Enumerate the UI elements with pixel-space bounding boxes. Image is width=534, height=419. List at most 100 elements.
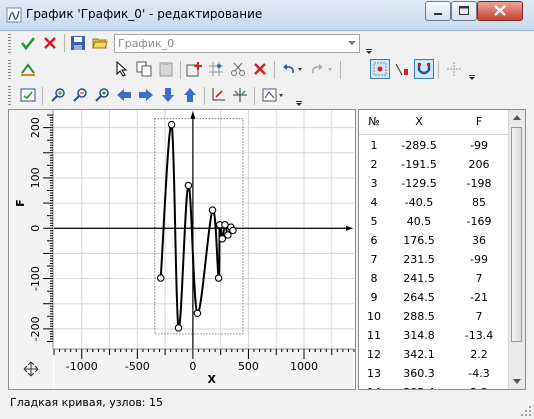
table-cell-f[interactable]: -13.4 — [451, 329, 507, 342]
copy-button[interactable] — [134, 59, 154, 79]
table-cell-index[interactable]: 3 — [361, 177, 387, 190]
zoom-reset-button[interactable] — [92, 85, 112, 105]
column-header-x[interactable]: X — [389, 115, 449, 128]
table-row[interactable]: 10 288.5 7 — [359, 307, 509, 326]
close-button[interactable] — [477, 1, 523, 21]
table-cell-index[interactable]: 8 — [361, 272, 387, 285]
table-row[interactable]: 5 40.5 -169 — [359, 212, 509, 231]
table-row[interactable]: 3 -129.5 -198 — [359, 174, 509, 193]
table-cell-index[interactable]: 2 — [361, 158, 387, 171]
table-cell-index[interactable]: 11 — [361, 329, 387, 342]
table-cell-index[interactable]: 5 — [361, 215, 387, 228]
curve-node[interactable] — [229, 226, 237, 235]
align-button[interactable] — [444, 59, 464, 79]
table-cell-x[interactable]: 40.5 — [389, 215, 449, 228]
table-cell-x[interactable]: -191.5 — [389, 158, 449, 171]
table-row[interactable]: 4 -40.5 85 — [359, 193, 509, 212]
save-button[interactable] — [68, 33, 88, 53]
table-cell-index[interactable]: 9 — [361, 291, 387, 304]
table-cell-x[interactable]: -289.5 — [389, 139, 449, 152]
table-cell-f[interactable]: 7 — [451, 310, 507, 323]
table-scrollbar[interactable] — [508, 110, 525, 389]
table-row[interactable]: 8 241.5 7 — [359, 269, 509, 288]
table-cell-index[interactable]: 1 — [361, 139, 387, 152]
curve-node[interactable] — [193, 309, 202, 318]
pan-right-button[interactable] — [136, 85, 156, 105]
table-row[interactable]: 12 342.1 2.2 — [359, 345, 509, 364]
curve-node[interactable] — [167, 120, 176, 129]
table-row[interactable]: 2 -191.5 206 — [359, 155, 509, 174]
curve-node[interactable] — [208, 206, 217, 214]
table-row[interactable]: 6 176.5 36 — [359, 231, 509, 250]
chart-canvas[interactable]: 2001000-100-200F-1000 -500 0 500 1000X — [9, 110, 355, 389]
cancel-button[interactable] — [40, 33, 60, 53]
maximize-button[interactable] — [451, 1, 477, 21]
table-cell-f[interactable]: -21 — [451, 291, 507, 304]
table-cell-index[interactable]: 4 — [361, 196, 387, 209]
table-cell-index[interactable]: 7 — [361, 253, 387, 266]
undo-button[interactable] — [278, 59, 306, 79]
table-cell-x[interactable]: -129.5 — [389, 177, 449, 190]
paste-button[interactable] — [156, 59, 176, 79]
select-button[interactable] — [112, 59, 132, 79]
minimize-button[interactable] — [425, 1, 451, 21]
curve-node[interactable] — [214, 274, 223, 282]
curve-node[interactable] — [156, 274, 165, 282]
table-cell-f[interactable]: 2.2 — [451, 348, 507, 361]
table-cell-x[interactable]: 176.5 — [389, 234, 449, 247]
table-cell-f[interactable]: 36 — [451, 234, 507, 247]
toolbar-overflow-icon[interactable] — [296, 92, 302, 106]
toolbar-overflow-icon[interactable] — [366, 40, 372, 54]
axis-scale-button[interactable] — [230, 85, 250, 105]
table-cell-f[interactable]: 206 — [451, 158, 507, 171]
table-cell-index[interactable]: 6 — [361, 234, 387, 247]
apply-button[interactable] — [18, 33, 38, 53]
toolbar-grip[interactable] — [8, 60, 11, 79]
open-button[interactable] — [90, 33, 110, 53]
table-cell-x[interactable]: 385.4 — [389, 386, 449, 389]
pan-left-button[interactable] — [114, 85, 134, 105]
table-row[interactable]: 14385.42.3 — [359, 383, 509, 389]
table-cell-x[interactable]: 264.5 — [389, 291, 449, 304]
chart-select-combo[interactable]: График_0 — [114, 34, 360, 53]
table-row[interactable]: 1 -289.5 -99 — [359, 136, 509, 155]
table-cell-f[interactable]: -99 — [451, 253, 507, 266]
table-cell-x[interactable]: 241.5 — [389, 272, 449, 285]
toolbar-grip[interactable] — [8, 86, 11, 105]
table-cell-f[interactable]: -4.3 — [451, 367, 507, 380]
scroll-down-icon[interactable] — [509, 373, 525, 389]
table-cell-f[interactable]: -99 — [451, 139, 507, 152]
table-row[interactable]: 7 231.5 -99 — [359, 250, 509, 269]
magnet-button[interactable] — [414, 59, 434, 79]
table-cell-x[interactable]: 231.5 — [389, 253, 449, 266]
scroll-up-icon[interactable] — [509, 110, 525, 126]
zoom-out-button[interactable] — [70, 85, 90, 105]
table-cell-f[interactable]: -198 — [451, 177, 507, 190]
redo-button[interactable] — [308, 59, 336, 79]
table-cell-x[interactable]: 342.1 — [389, 348, 449, 361]
table-row[interactable]: 9 264.5 -21 — [359, 288, 509, 307]
toolbar-grip[interactable] — [8, 34, 11, 53]
pan-down-button[interactable] — [158, 85, 178, 105]
curve-node[interactable] — [184, 181, 193, 190]
table-cell-f[interactable]: 2.3 — [451, 386, 507, 389]
table-cell-index[interactable]: 13 — [361, 367, 387, 380]
table-cell-x[interactable]: 360.3 — [389, 367, 449, 380]
recolor-button[interactable] — [18, 59, 38, 79]
snap-button[interactable] — [370, 59, 390, 79]
column-header-f[interactable]: F — [451, 115, 507, 128]
resize-grip-icon[interactable] — [520, 405, 532, 417]
table-cell-index[interactable]: 14 — [361, 386, 387, 389]
pan-up-button[interactable] — [180, 85, 200, 105]
scrollbar-thumb[interactable] — [511, 127, 522, 342]
zoom-in-button[interactable] — [48, 85, 68, 105]
table-cell-x[interactable]: 288.5 — [389, 310, 449, 323]
column-header-index[interactable]: № — [361, 115, 387, 128]
marker-button[interactable] — [392, 59, 412, 79]
delete-node-button[interactable] — [250, 59, 270, 79]
view-options-button[interactable] — [260, 85, 288, 105]
table-cell-index[interactable]: 10 — [361, 310, 387, 323]
add-node-button[interactable] — [184, 59, 204, 79]
node-grid-button[interactable] — [206, 59, 226, 79]
table-cell-f[interactable]: 85 — [451, 196, 507, 209]
